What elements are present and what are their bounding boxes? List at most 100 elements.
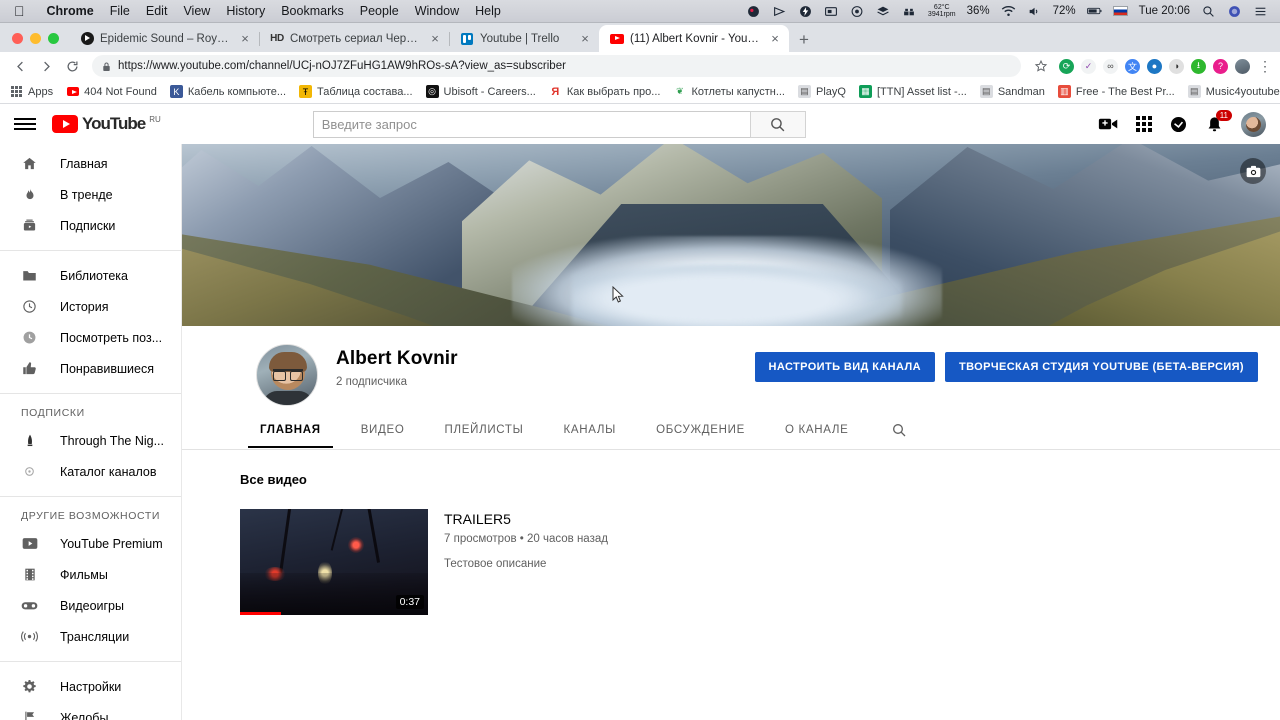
- siri-icon[interactable]: [1227, 4, 1242, 19]
- sidebar-item-youtube-premium[interactable]: YouTube Premium: [0, 528, 181, 559]
- sidebar-item-library[interactable]: Библиотека: [0, 260, 181, 291]
- address-bar[interactable]: https://www.youtube.com/channel/UCj-nOJ7…: [92, 55, 1021, 77]
- fan-control-icon[interactable]: [902, 4, 917, 19]
- video-item[interactable]: 0:37 TRAILER5 7 просмотров • 20 часов на…: [240, 487, 1280, 615]
- browser-tab[interactable]: Epidemic Sound – Royalty Free ×: [69, 25, 259, 52]
- menu-item-help[interactable]: Help: [475, 4, 501, 18]
- extension-icon-infinity[interactable]: ∞: [1103, 58, 1118, 74]
- sidebar-item-trending[interactable]: В тренде: [0, 179, 181, 210]
- layers-icon[interactable]: [876, 4, 891, 19]
- menu-item-file[interactable]: File: [110, 4, 130, 18]
- dropbox-icon[interactable]: [746, 4, 761, 19]
- back-icon[interactable]: [8, 54, 32, 78]
- bookmark-item[interactable]: ▤ Sandman: [979, 85, 1045, 98]
- close-tab-icon[interactable]: ×: [769, 32, 781, 45]
- channel-avatar[interactable]: [256, 344, 318, 406]
- battery-percent[interactable]: 72%: [1053, 5, 1076, 17]
- new-tab-button[interactable]: +: [789, 31, 819, 52]
- maximize-window-button[interactable]: [48, 33, 59, 44]
- sidebar-item-subscriptions[interactable]: Подписки: [0, 210, 181, 241]
- menu-item-bookmarks[interactable]: Bookmarks: [281, 4, 344, 18]
- clock[interactable]: Tue 20:06: [1139, 5, 1190, 17]
- creator-studio-button[interactable]: ТВОРЧЕСКАЯ СТУДИЯ YOUTUBE (БЕТА-ВЕРСИЯ): [944, 352, 1258, 382]
- account-avatar[interactable]: [1241, 111, 1266, 137]
- tab-about[interactable]: О КАНАЛЕ: [765, 424, 869, 447]
- apple-logo-icon[interactable]: : [8, 4, 31, 18]
- airplay-icon[interactable]: [772, 4, 787, 19]
- tab-channels[interactable]: КАНАЛЫ: [544, 424, 637, 447]
- control-center-icon[interactable]: [1253, 4, 1268, 19]
- tab-videos[interactable]: ВИДЕО: [341, 424, 425, 447]
- tab-discussion[interactable]: ОБСУЖДЕНИЕ: [636, 424, 765, 447]
- create-video-icon[interactable]: [1098, 116, 1119, 132]
- extension-icon-blue[interactable]: ●: [1147, 58, 1162, 74]
- edit-banner-button[interactable]: [1240, 158, 1266, 184]
- bookmark-item[interactable]: ▦ [TTN] Asset list -...: [858, 85, 967, 98]
- keyboard-layout-flag-icon[interactable]: [1112, 6, 1128, 16]
- youtube-apps-icon[interactable]: [1136, 116, 1152, 132]
- video-title[interactable]: TRAILER5: [444, 511, 608, 527]
- close-tab-icon[interactable]: ×: [239, 32, 251, 45]
- menu-item-chrome[interactable]: Chrome: [47, 4, 94, 18]
- messages-icon[interactable]: [1169, 115, 1188, 134]
- cpu-usage-percent[interactable]: 36%: [967, 5, 990, 17]
- bookmark-apps[interactable]: Apps: [10, 85, 53, 98]
- sidebar-item-live[interactable]: Трансляции: [0, 621, 181, 652]
- sidebar-item-films[interactable]: Фильмы: [0, 559, 181, 590]
- extension-icon-download[interactable]: ⭳: [1191, 58, 1206, 74]
- chrome-menu-icon[interactable]: ⋮: [1252, 58, 1272, 75]
- bookmark-item[interactable]: ❦ Котлеты капустн...: [673, 85, 785, 98]
- menu-item-history[interactable]: History: [226, 4, 265, 18]
- forward-icon[interactable]: [34, 54, 58, 78]
- temperature-readout[interactable]: 62°C 3941rpm: [928, 4, 956, 18]
- close-tab-icon[interactable]: ×: [429, 32, 441, 45]
- wifi-icon[interactable]: [1001, 4, 1016, 19]
- sidebar-item-watch-later[interactable]: Посмотреть поз...: [0, 322, 181, 353]
- guide-menu-icon[interactable]: [14, 118, 36, 130]
- youtube-logo[interactable]: YouTube RU: [52, 115, 161, 133]
- menu-item-edit[interactable]: Edit: [146, 4, 168, 18]
- bookmark-item[interactable]: ▤ PlayQ: [798, 85, 846, 98]
- extension-icon-translate[interactable]: 文: [1125, 58, 1140, 74]
- bookmark-item[interactable]: ▤ Music4youtube: [1187, 85, 1280, 98]
- extension-icon-green[interactable]: ⟳: [1059, 58, 1074, 74]
- volume-icon[interactable]: [1027, 4, 1042, 19]
- bookmark-item[interactable]: 404 Not Found: [66, 85, 157, 98]
- search-icon[interactable]: [891, 422, 907, 449]
- video-thumbnail[interactable]: 0:37: [240, 509, 428, 615]
- sidebar-item-home[interactable]: Главная: [0, 148, 181, 179]
- screen-icon[interactable]: [824, 4, 839, 19]
- browser-tab-active[interactable]: (11) Albert Kovnir - YouTube ×: [599, 25, 789, 52]
- menu-item-view[interactable]: View: [183, 4, 210, 18]
- sidebar-item-history[interactable]: История: [0, 291, 181, 322]
- extension-icon-half[interactable]: ◑: [1169, 58, 1184, 74]
- sidebar-item-channel-directory[interactable]: Каталог каналов: [0, 456, 181, 487]
- menu-item-window[interactable]: Window: [415, 4, 459, 18]
- sidebar-item-liked[interactable]: Понравившиеся: [0, 353, 181, 384]
- bookmark-item[interactable]: K Кабель компьюте...: [169, 85, 286, 98]
- chrome-profile-avatar[interactable]: [1235, 58, 1250, 74]
- eye-icon[interactable]: [850, 4, 865, 19]
- browser-tab[interactable]: Youtube | Trello ×: [449, 25, 599, 52]
- bookmark-item[interactable]: ▥ Free - The Best Pr...: [1057, 85, 1175, 98]
- tab-playlists[interactable]: ПЛЕЙЛИСТЫ: [425, 424, 544, 447]
- sidebar-item-channel-through-the-night[interactable]: Through The Nig...: [0, 425, 181, 456]
- menu-item-people[interactable]: People: [360, 4, 399, 18]
- close-tab-icon[interactable]: ×: [579, 32, 591, 45]
- tab-home[interactable]: ГЛАВНАЯ: [240, 424, 341, 448]
- bookmark-item[interactable]: ◎ Ubisoft - Careers...: [425, 85, 536, 98]
- battery-icon[interactable]: [1086, 4, 1102, 19]
- sidebar-item-feedback[interactable]: Желобы: [0, 702, 181, 720]
- channel-banner[interactable]: [182, 144, 1280, 326]
- extension-icon-help[interactable]: ?: [1213, 58, 1228, 74]
- minimize-window-button[interactable]: [30, 33, 41, 44]
- customize-channel-button[interactable]: НАСТРОИТЬ ВИД КАНАЛА: [754, 352, 935, 382]
- bookmark-item[interactable]: Я Как выбрать про...: [549, 85, 660, 98]
- extension-icon-check[interactable]: ✓: [1081, 58, 1096, 74]
- notifications-icon[interactable]: 11: [1205, 109, 1232, 134]
- spotlight-search-icon[interactable]: [1201, 4, 1216, 19]
- search-button[interactable]: [749, 110, 806, 138]
- bookmark-star-icon[interactable]: [1029, 54, 1053, 78]
- sidebar-item-settings[interactable]: Настройки: [0, 671, 181, 702]
- reload-icon[interactable]: [60, 54, 84, 78]
